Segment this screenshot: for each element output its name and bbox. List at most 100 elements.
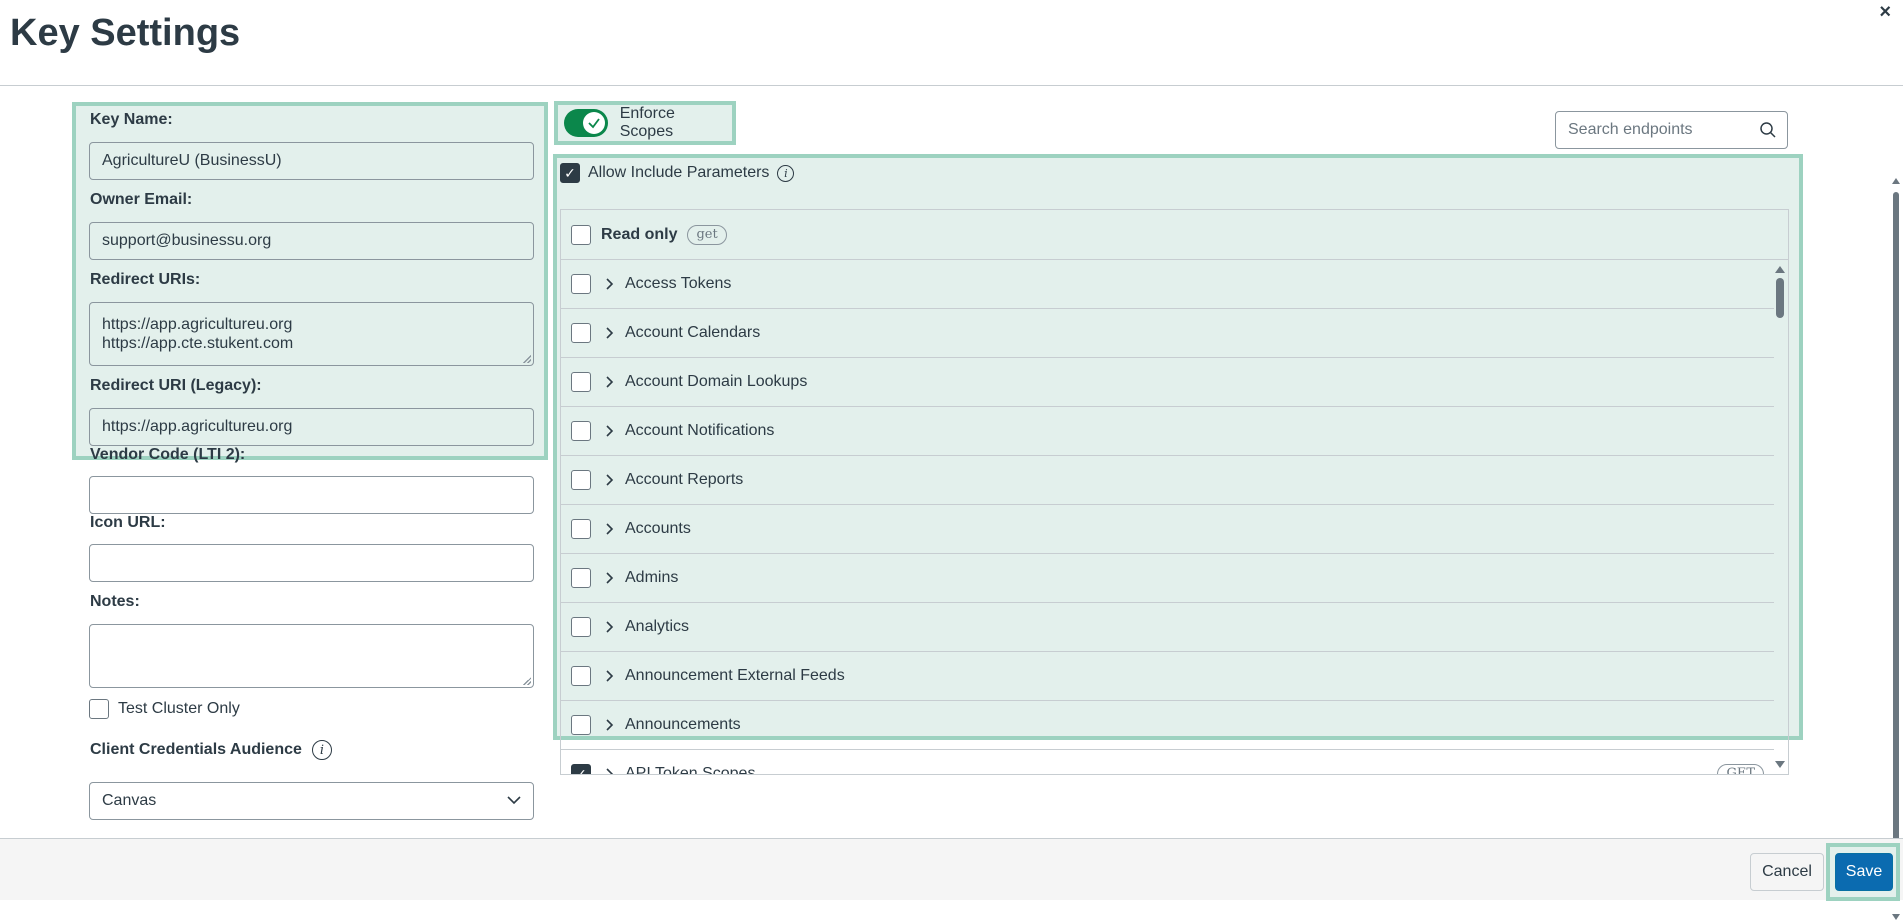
scope-checkbox[interactable] — [571, 421, 591, 441]
allow-include-parameters-option[interactable]: ✓ Allow Include Parameters i — [560, 163, 795, 183]
scope-label: Admins — [625, 569, 679, 586]
scope-checkbox[interactable] — [571, 666, 591, 686]
scope-row[interactable]: Account Reports — [561, 456, 1774, 505]
scope-row[interactable]: Announcement External Feeds — [561, 652, 1774, 701]
owner-email-value: support@businessu.org — [102, 232, 272, 249]
scopes-list-rows: Access Tokens Account Calendars Account Do… — [561, 260, 1774, 774]
scope-checkbox[interactable] — [571, 372, 591, 392]
modal-header: Key Settings × — [0, 0, 1903, 86]
info-icon[interactable]: i — [777, 164, 795, 182]
enforce-scopes-toggle[interactable] — [564, 109, 608, 137]
chevron-right-icon[interactable] — [605, 523, 615, 535]
allow-include-checkbox[interactable]: ✓ — [560, 163, 580, 183]
scopes-scrollbar[interactable] — [1772, 260, 1788, 774]
scope-row[interactable]: Analytics — [561, 603, 1774, 652]
owner-email-input[interactable]: support@businessu.org — [89, 222, 534, 260]
key-name-input[interactable]: AgricultureU (BusinessU) — [89, 142, 534, 180]
scope-checkbox[interactable] — [571, 715, 591, 735]
icon-url-input[interactable] — [89, 544, 534, 582]
owner-email-label: Owner Email: — [90, 191, 193, 208]
chevron-right-icon[interactable] — [605, 425, 615, 437]
resize-grip-icon[interactable] — [523, 677, 531, 685]
vendor-code-label: Vendor Code (LTI 2): — [90, 446, 246, 463]
redirect-uri-line: https://app.agricultureu.org — [102, 316, 293, 333]
scope-row[interactable]: Access Tokens — [561, 260, 1774, 309]
chevron-right-icon[interactable] — [605, 621, 615, 633]
search-endpoints-input[interactable]: Search endpoints — [1555, 111, 1788, 149]
scope-label: Announcements — [625, 716, 741, 733]
scope-row[interactable]: Account Notifications — [561, 407, 1774, 456]
key-name-value: AgricultureU (BusinessU) — [102, 152, 282, 169]
scope-label: Analytics — [625, 618, 690, 635]
scope-label: Account Domain Lookups — [625, 373, 808, 390]
scroll-thumb[interactable] — [1776, 278, 1784, 318]
info-icon[interactable]: i — [311, 740, 332, 760]
modal-footer: Cancel Save — [0, 838, 1903, 901]
scroll-up-icon[interactable] — [1892, 178, 1900, 184]
scope-checkbox[interactable] — [571, 470, 591, 490]
close-icon[interactable]: × — [1879, 2, 1891, 22]
modal-body: Key Name: AgricultureU (BusinessU) Owner… — [0, 87, 1903, 920]
chevron-right-icon[interactable] — [605, 572, 615, 584]
client-credentials-value: Canvas — [102, 792, 157, 809]
scope-checkbox[interactable] — [571, 323, 591, 343]
scope-row[interactable]: ✓ API Token Scopes GET — [561, 750, 1774, 774]
chevron-right-icon[interactable] — [605, 278, 615, 290]
enforce-scopes-toggle-row[interactable]: Enforce Scopes — [554, 101, 736, 145]
cancel-button[interactable]: Cancel — [1750, 853, 1824, 891]
redirect-uris-textarea[interactable]: https://app.agricultureu.org https://app… — [89, 302, 534, 366]
scopes-list: Access Tokens Account Calendars Account Do… — [560, 259, 1789, 775]
scope-badge: GET — [1717, 764, 1764, 774]
allow-include-label: Allow Include Parameters — [588, 164, 770, 181]
chevron-right-icon[interactable] — [605, 719, 615, 731]
page-title: Key Settings — [10, 12, 241, 54]
scope-checkbox[interactable] — [571, 568, 591, 588]
scope-label: Announcement External Feeds — [625, 667, 845, 684]
read-only-row[interactable]: Read only get — [560, 209, 1789, 259]
redirect-uri-legacy-label: Redirect URI (Legacy): — [90, 377, 262, 394]
resize-grip-icon[interactable] — [523, 355, 531, 363]
scope-label: Accounts — [625, 520, 691, 537]
scope-row[interactable]: Admins — [561, 554, 1774, 603]
key-name-label: Key Name: — [90, 111, 173, 128]
redirect-uris-label: Redirect URIs: — [90, 271, 201, 288]
chevron-right-icon[interactable] — [605, 474, 615, 486]
chevron-right-icon[interactable] — [605, 327, 615, 339]
scroll-up-icon[interactable] — [1775, 266, 1785, 273]
scope-checkbox[interactable] — [571, 274, 591, 294]
scope-checkbox[interactable] — [571, 519, 591, 539]
chevron-right-icon[interactable] — [605, 376, 615, 388]
vendor-code-input[interactable] — [89, 476, 534, 514]
page-scrollbar[interactable] — [1890, 174, 1903, 924]
chevron-right-icon[interactable] — [605, 670, 615, 682]
redirect-uri-legacy-value: https://app.agricultureu.org — [102, 418, 293, 435]
chevron-right-icon[interactable] — [605, 768, 615, 774]
scope-row[interactable]: Account Domain Lookups — [561, 358, 1774, 407]
test-cluster-option[interactable]: Test Cluster Only — [89, 699, 240, 719]
scope-row[interactable]: Accounts — [561, 505, 1774, 554]
read-only-badge: get — [687, 224, 727, 245]
chevron-down-icon — [507, 796, 521, 805]
scope-label: Account Calendars — [625, 324, 761, 341]
save-button[interactable]: Save — [1835, 853, 1893, 891]
scope-row[interactable]: Account Calendars — [561, 309, 1774, 358]
redirect-uri-line: https://app.cte.stukent.com — [102, 335, 294, 352]
save-button-highlight: Save — [1826, 843, 1900, 901]
notes-textarea[interactable] — [89, 624, 534, 688]
test-cluster-checkbox[interactable] — [89, 699, 109, 719]
redirect-uri-legacy-input[interactable]: https://app.agricultureu.org — [89, 408, 534, 446]
client-credentials-select[interactable]: Canvas — [89, 782, 534, 820]
scope-checkbox[interactable] — [571, 617, 591, 637]
search-icon — [1760, 122, 1776, 138]
scroll-down-icon[interactable] — [1775, 761, 1785, 768]
read-only-checkbox[interactable] — [571, 224, 591, 245]
scope-label: Account Reports — [625, 471, 744, 488]
client-credentials-label-row: Client Credentials Audience i — [90, 740, 332, 760]
scroll-thumb[interactable] — [1893, 192, 1899, 898]
scope-checkbox[interactable]: ✓ — [571, 764, 591, 774]
enforce-scopes-label: Enforce Scopes — [619, 105, 675, 140]
scroll-down-icon[interactable] — [1892, 914, 1900, 920]
scope-row[interactable]: Announcements — [561, 701, 1774, 750]
icon-url-label: Icon URL: — [90, 514, 166, 531]
check-icon — [582, 112, 605, 134]
